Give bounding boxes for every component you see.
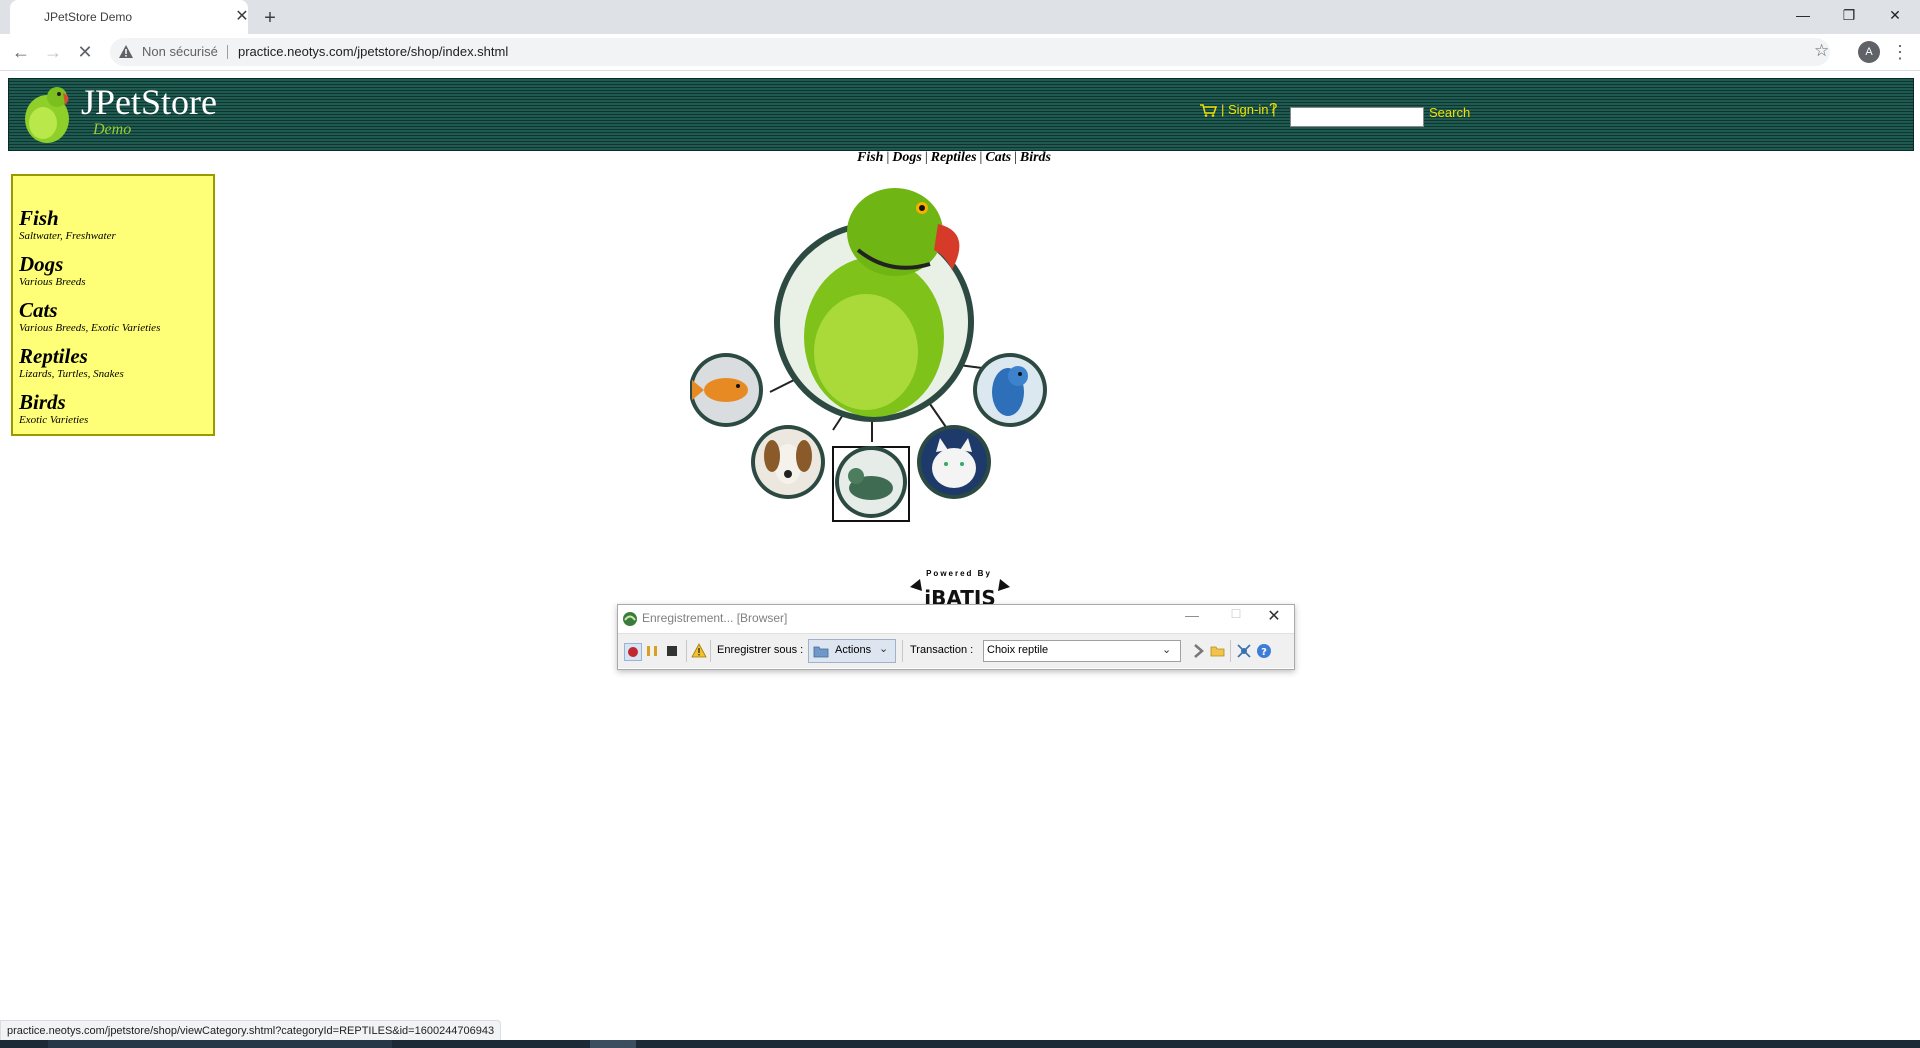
status-url: practice.neotys.com/jpetstore/shop/viewC… [7,1025,495,1037]
profile-avatar[interactable]: A [1858,41,1880,63]
taskbar-search-area[interactable] [48,1040,392,1048]
close-window-icon[interactable]: ✕ [1872,0,1918,30]
forward-icon[interactable]: → [40,39,66,65]
restore-window-icon[interactable]: ❐ [1826,0,1872,30]
warning-icon[interactable] [691,643,707,659]
address-bar[interactable]: Non sécurisé practice.neotys.com/jpetsto… [110,38,1830,66]
recorder-toolbar: Enregistrer sous : Actions ⌄ Transaction… [618,633,1294,668]
stop-loading-icon[interactable]: ✕ [72,39,98,65]
browser-tab[interactable]: JPetStore Demo ✕ [10,0,249,34]
site-header: JPetStore Demo | Sign-in | ? Search [8,78,1914,151]
sign-in-link[interactable]: | Sign-in | [1221,102,1275,117]
powered-by-ibatis[interactable]: Powered By iBATIS [904,569,1024,609]
quick-link-reptiles[interactable]: Reptiles [931,150,977,165]
settings-network-icon[interactable] [1236,643,1252,659]
browser-tab-bar: JPetStore Demo ✕ + — ❐ ✕ [0,0,1920,34]
quick-link-birds[interactable]: Birds [1020,150,1051,165]
search-input[interactable] [1290,107,1424,127]
recorder-app-icon [623,612,637,626]
pause-icon[interactable] [644,643,660,659]
actions-label: Actions [835,644,872,656]
toolbar-separator [686,640,687,662]
fish-hotspot[interactable] [690,353,763,427]
sidebar-item-reptiles[interactable]: Reptiles [19,344,88,369]
back-icon[interactable]: ← [8,39,34,65]
birds-hotspot[interactable] [774,188,974,422]
sidebar-item-fish[interactable]: Fish [19,206,59,231]
toolbar-separator [1230,640,1231,662]
quick-link-separator: | [886,150,890,165]
sidebar-item-fish-desc: Saltwater, Freshwater [19,230,116,242]
new-tab-icon[interactable]: + [258,6,282,30]
transaction-label: Transaction : [910,644,974,656]
reptiles-hotspot[interactable] [832,446,910,522]
sidebar-item-dogs[interactable]: Dogs [19,252,63,277]
quick-links: Fish | Dogs | Reptiles | Cats | Birds [857,150,1051,166]
quick-link-separator: | [979,150,983,165]
quick-link-fish[interactable]: Fish [857,150,883,165]
logo-subtitle: Demo [93,121,132,138]
sidebar-item-reptiles-desc: Lizards, Turtles, Snakes [19,368,124,380]
toolbar-separator [710,640,711,662]
sidebar-item-birds[interactable]: Birds [19,390,66,415]
parrot-logo-icon[interactable] [21,83,75,145]
minimize-window-icon[interactable]: — [1780,0,1826,30]
actions-dropdown[interactable]: Actions ⌄ [808,639,896,663]
sidebar-item-dogs-desc: Various Breeds [19,276,86,288]
bookmark-star-icon[interactable]: ☆ [1814,41,1829,61]
svg-text:?: ? [1261,647,1267,658]
close-tab-icon[interactable]: ✕ [232,7,252,27]
browser-menu-icon[interactable]: ⋮ [1888,39,1912,65]
status-bar: practice.neotys.com/jpetstore/shop/viewC… [0,1020,502,1042]
splash-image-map [690,188,1047,522]
save-as-label: Enregistrer sous : [717,644,804,656]
next-arrow-icon[interactable] [1190,643,1206,659]
transaction-select[interactable]: Choix reptile ⌄ [983,640,1181,662]
stop-icon[interactable] [664,643,680,659]
cart-icon[interactable] [1199,103,1217,117]
search-button[interactable]: Search [1429,105,1470,120]
browser-toolbar: ← → ✕ Non sécurisé practice.neotys.com/j… [0,34,1920,71]
chevron-down-icon: ⌄ [879,643,889,655]
logo-title[interactable]: JPetStore [81,81,217,123]
tab-title: JPetStore Demo [44,10,133,24]
help-icon[interactable]: ? [1256,643,1272,659]
category-sidebar: Fish Saltwater, Freshwater Dogs Various … [11,174,215,436]
recorder-title: Enregistrement... [Browser] [642,611,788,625]
help-link[interactable]: ? [1269,100,1277,117]
address-separator [227,45,228,59]
quick-link-separator: | [1014,150,1017,165]
not-secure-label[interactable]: Non sécurisé [142,44,218,59]
sidebar-item-cats-desc: Various Breeds, Exotic Varieties [19,322,161,334]
quick-link-dogs[interactable]: Dogs [892,150,922,165]
chevron-down-icon: ⌄ [1162,644,1172,656]
warning-icon[interactable] [118,44,134,60]
cats-hotspot[interactable] [917,425,991,499]
sidebar-item-birds-desc: Exotic Varieties [19,414,89,426]
dogs-hotspot[interactable] [751,425,825,499]
quick-link-cats[interactable]: Cats [985,150,1011,165]
taskbar-active-app[interactable] [590,1040,636,1048]
sign-in-label[interactable]: Sign-in [1228,102,1268,117]
recorder-minimize-icon[interactable]: — [1172,607,1212,627]
url-text[interactable]: practice.neotys.com/jpetstore/shop/index… [238,44,508,59]
os-taskbar [0,1040,1920,1048]
toolbar-separator [902,640,903,662]
folder-icon [813,646,829,658]
record-icon[interactable] [624,643,642,661]
quick-link-separator: | [924,150,928,165]
birds-small-hotspot[interactable] [973,353,1047,427]
transaction-value: Choix reptile [987,644,1049,656]
sidebar-item-cats[interactable]: Cats [19,298,58,323]
recorder-window: Enregistrement... [Browser] — ☐ ✕ Enregi… [617,604,1295,670]
recorder-maximize-icon[interactable]: ☐ [1216,607,1256,627]
open-folder-icon[interactable] [1210,643,1226,659]
recorder-close-icon[interactable]: ✕ [1254,605,1294,629]
